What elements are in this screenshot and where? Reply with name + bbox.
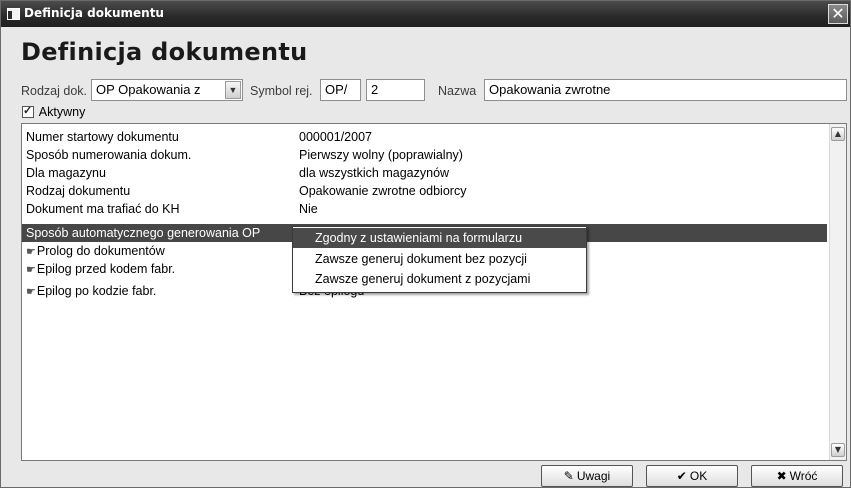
page-title: Definicja dokumentu bbox=[21, 38, 308, 66]
rodzaj-select[interactable]: OP Opakowania z ▼ bbox=[91, 79, 243, 101]
app-icon bbox=[7, 8, 20, 20]
hand-pointer-icon: ☚ bbox=[26, 246, 36, 258]
hand-pointer-icon: ☚ bbox=[26, 286, 36, 298]
scroll-down-icon[interactable]: ▼ bbox=[831, 443, 845, 457]
property-value: dla wszystkich magazynów bbox=[299, 166, 450, 180]
nazwa-label: Nazwa bbox=[438, 84, 477, 98]
scroll-up-icon[interactable]: ▲ bbox=[831, 127, 845, 141]
property-label: Dokument ma trafiać do KH bbox=[26, 202, 180, 216]
property-value: Pierwszy wolny (poprawialny) bbox=[299, 148, 463, 162]
wroc-button[interactable]: ✖ Wróć bbox=[751, 465, 843, 487]
symbol-prefix-field[interactable]: OP/ bbox=[320, 79, 361, 101]
chevron-down-icon[interactable]: ▼ bbox=[225, 81, 241, 99]
symbol-label: Symbol rej. bbox=[250, 84, 313, 98]
property-label: Sposób numerowania dokum. bbox=[26, 148, 192, 162]
wroc-button-label: Wróć bbox=[789, 469, 818, 483]
property-label: Epilog przed kodem fabr. bbox=[36, 262, 176, 276]
x-icon: ✖ bbox=[776, 469, 787, 483]
property-label: Numer startowy dokumentu bbox=[26, 130, 179, 144]
rodzaj-select-value: OP Opakowania z bbox=[96, 82, 201, 97]
window-title: Definicja dokumentu bbox=[24, 6, 164, 20]
property-value: Nie bbox=[299, 202, 318, 216]
ok-button[interactable]: ✔ OK bbox=[646, 465, 738, 487]
property-row[interactable]: Rodzaj dokumentu Opakowanie zwrotne odbi… bbox=[22, 182, 827, 200]
dropdown-option[interactable]: Zawsze generuj dokument bez pozycji bbox=[293, 249, 586, 269]
pencil-icon: ✎ bbox=[563, 469, 574, 483]
dropdown-option[interactable]: Zawsze generuj dokument z pozycjami bbox=[293, 269, 586, 289]
aktywny-label: Aktywny bbox=[38, 105, 86, 119]
check-icon: ✔ bbox=[676, 469, 687, 483]
property-row[interactable]: Dokument ma trafiać do KH Nie bbox=[22, 200, 827, 218]
property-label: Rodzaj dokumentu bbox=[26, 184, 131, 198]
property-row[interactable]: Dla magazynu dla wszystkich magazynów bbox=[22, 164, 827, 182]
uwagi-button[interactable]: ✎ Uwagi bbox=[541, 465, 633, 487]
rodzaj-label: Rodzaj dok. bbox=[21, 84, 88, 98]
dialog-window: Definicja dokumentu ✕ Definicja dokument… bbox=[0, 0, 851, 488]
aktywny-checkbox[interactable] bbox=[22, 104, 34, 118]
ok-button-label: OK bbox=[689, 469, 708, 483]
property-label: Prolog do dokumentów bbox=[36, 244, 165, 258]
hand-pointer-icon: ☚ bbox=[26, 264, 36, 276]
property-label: Epilog po kodzie fabr. bbox=[36, 284, 157, 298]
dropdown-option[interactable]: Zgodny z ustawieniami na formularzu bbox=[293, 228, 586, 248]
uwagi-button-label: Uwagi bbox=[576, 469, 611, 483]
property-label: Dla magazynu bbox=[26, 166, 106, 180]
close-button[interactable]: ✕ bbox=[828, 4, 848, 24]
property-value: 000001/2007 bbox=[299, 130, 372, 144]
property-label: Sposób automatycznego generowania OP bbox=[26, 226, 261, 240]
aktywny-row[interactable]: Aktywny bbox=[22, 104, 86, 119]
title-bar[interactable]: Definicja dokumentu ✕ bbox=[1, 1, 850, 27]
property-row[interactable]: Numer startowy dokumentu 000001/2007 bbox=[22, 128, 827, 146]
property-value: Opakowanie zwrotne odbiorcy bbox=[299, 184, 467, 198]
vertical-scrollbar[interactable]: ▲ ▼ bbox=[829, 124, 846, 460]
generation-mode-dropdown: Zgodny z ustawieniami na formularzu Zaws… bbox=[292, 226, 587, 293]
nazwa-field[interactable]: Opakowania zwrotne bbox=[484, 79, 847, 101]
symbol-number-field[interactable]: 2 bbox=[366, 79, 425, 101]
property-row[interactable]: Sposób numerowania dokum. Pierwszy wolny… bbox=[22, 146, 827, 164]
